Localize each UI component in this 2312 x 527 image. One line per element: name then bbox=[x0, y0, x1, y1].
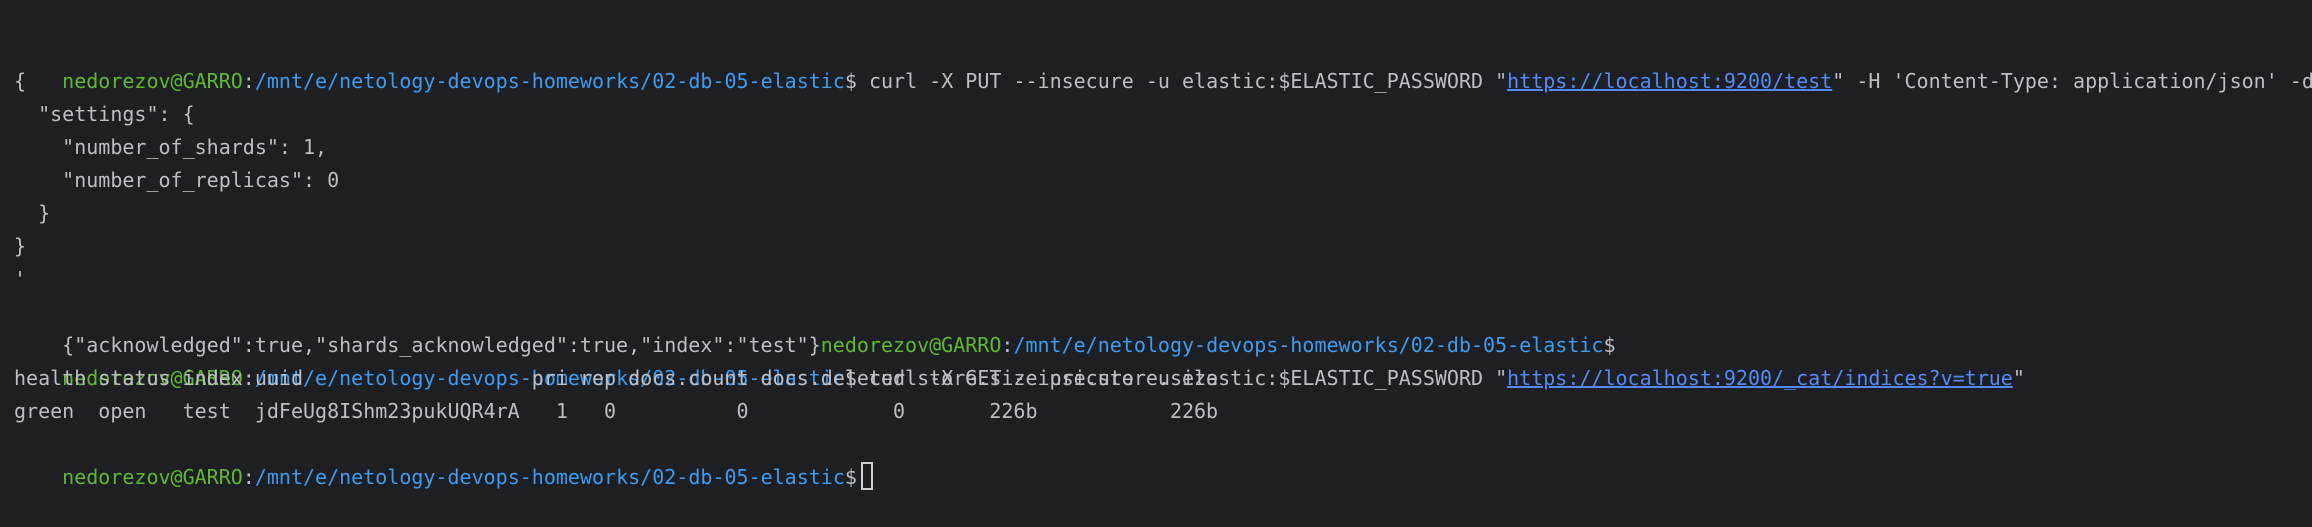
prompt-separator: : bbox=[1001, 333, 1014, 357]
put-response-json: {"acknowledged":true,"shards_acknowledge… bbox=[62, 333, 821, 357]
prompt-symbol: $ bbox=[844, 465, 857, 489]
prompt-user-host: nedorezov@GARRO bbox=[62, 465, 243, 489]
url-link[interactable]: https://localhost:9200/test bbox=[1507, 69, 1832, 93]
prompt-separator: : bbox=[242, 465, 255, 489]
output-line: } bbox=[14, 234, 27, 258]
prompt-symbol: $ bbox=[1603, 333, 1616, 357]
command-text: " bbox=[2012, 366, 2025, 390]
cat-indices-row: green open test jdFeUg8IShm23pukUQR4rA 1… bbox=[14, 399, 1219, 423]
prompt-path: /mnt/e/netology-devops-homeworks/02-db-0… bbox=[254, 69, 845, 93]
output-line: "number_of_replicas": 0 bbox=[14, 168, 340, 192]
command-text: " -H 'Content-Type: application/json' -d… bbox=[1832, 69, 2312, 93]
prompt-path: /mnt/e/netology-devops-homeworks/02-db-0… bbox=[254, 465, 845, 489]
response-line: {"acknowledged":true,"shards_acknowledge… bbox=[14, 296, 2312, 357]
output-line: "number_of_shards": 1, bbox=[14, 135, 328, 159]
active-prompt-line[interactable]: nedorezov@GARRO:/mnt/e/netology-devops-h… bbox=[14, 428, 2312, 490]
terminal-window[interactable]: nedorezov@GARRO:/mnt/e/netology-devops-h… bbox=[0, 0, 2312, 490]
command-line-put: nedorezov@GARRO:/mnt/e/netology-devops-h… bbox=[14, 32, 2312, 93]
prompt-path: /mnt/e/netology-devops-homeworks/02-db-0… bbox=[1013, 333, 1604, 357]
text-cursor[interactable] bbox=[860, 462, 873, 490]
prompt-user-host: nedorezov@GARRO bbox=[820, 333, 1002, 357]
output-line: } bbox=[14, 201, 51, 225]
output-line: "settings": { bbox=[14, 102, 195, 126]
command-text: curl -X PUT --insecure -u elastic:$ELAST… bbox=[856, 69, 1508, 93]
output-line: ' bbox=[14, 267, 27, 291]
url-link[interactable]: https://localhost:9200/_cat/indices?v=tr… bbox=[1507, 366, 2013, 390]
prompt-separator: : bbox=[242, 69, 255, 93]
prompt-user-host: nedorezov@GARRO bbox=[62, 69, 243, 93]
prompt-symbol: $ bbox=[844, 69, 857, 93]
